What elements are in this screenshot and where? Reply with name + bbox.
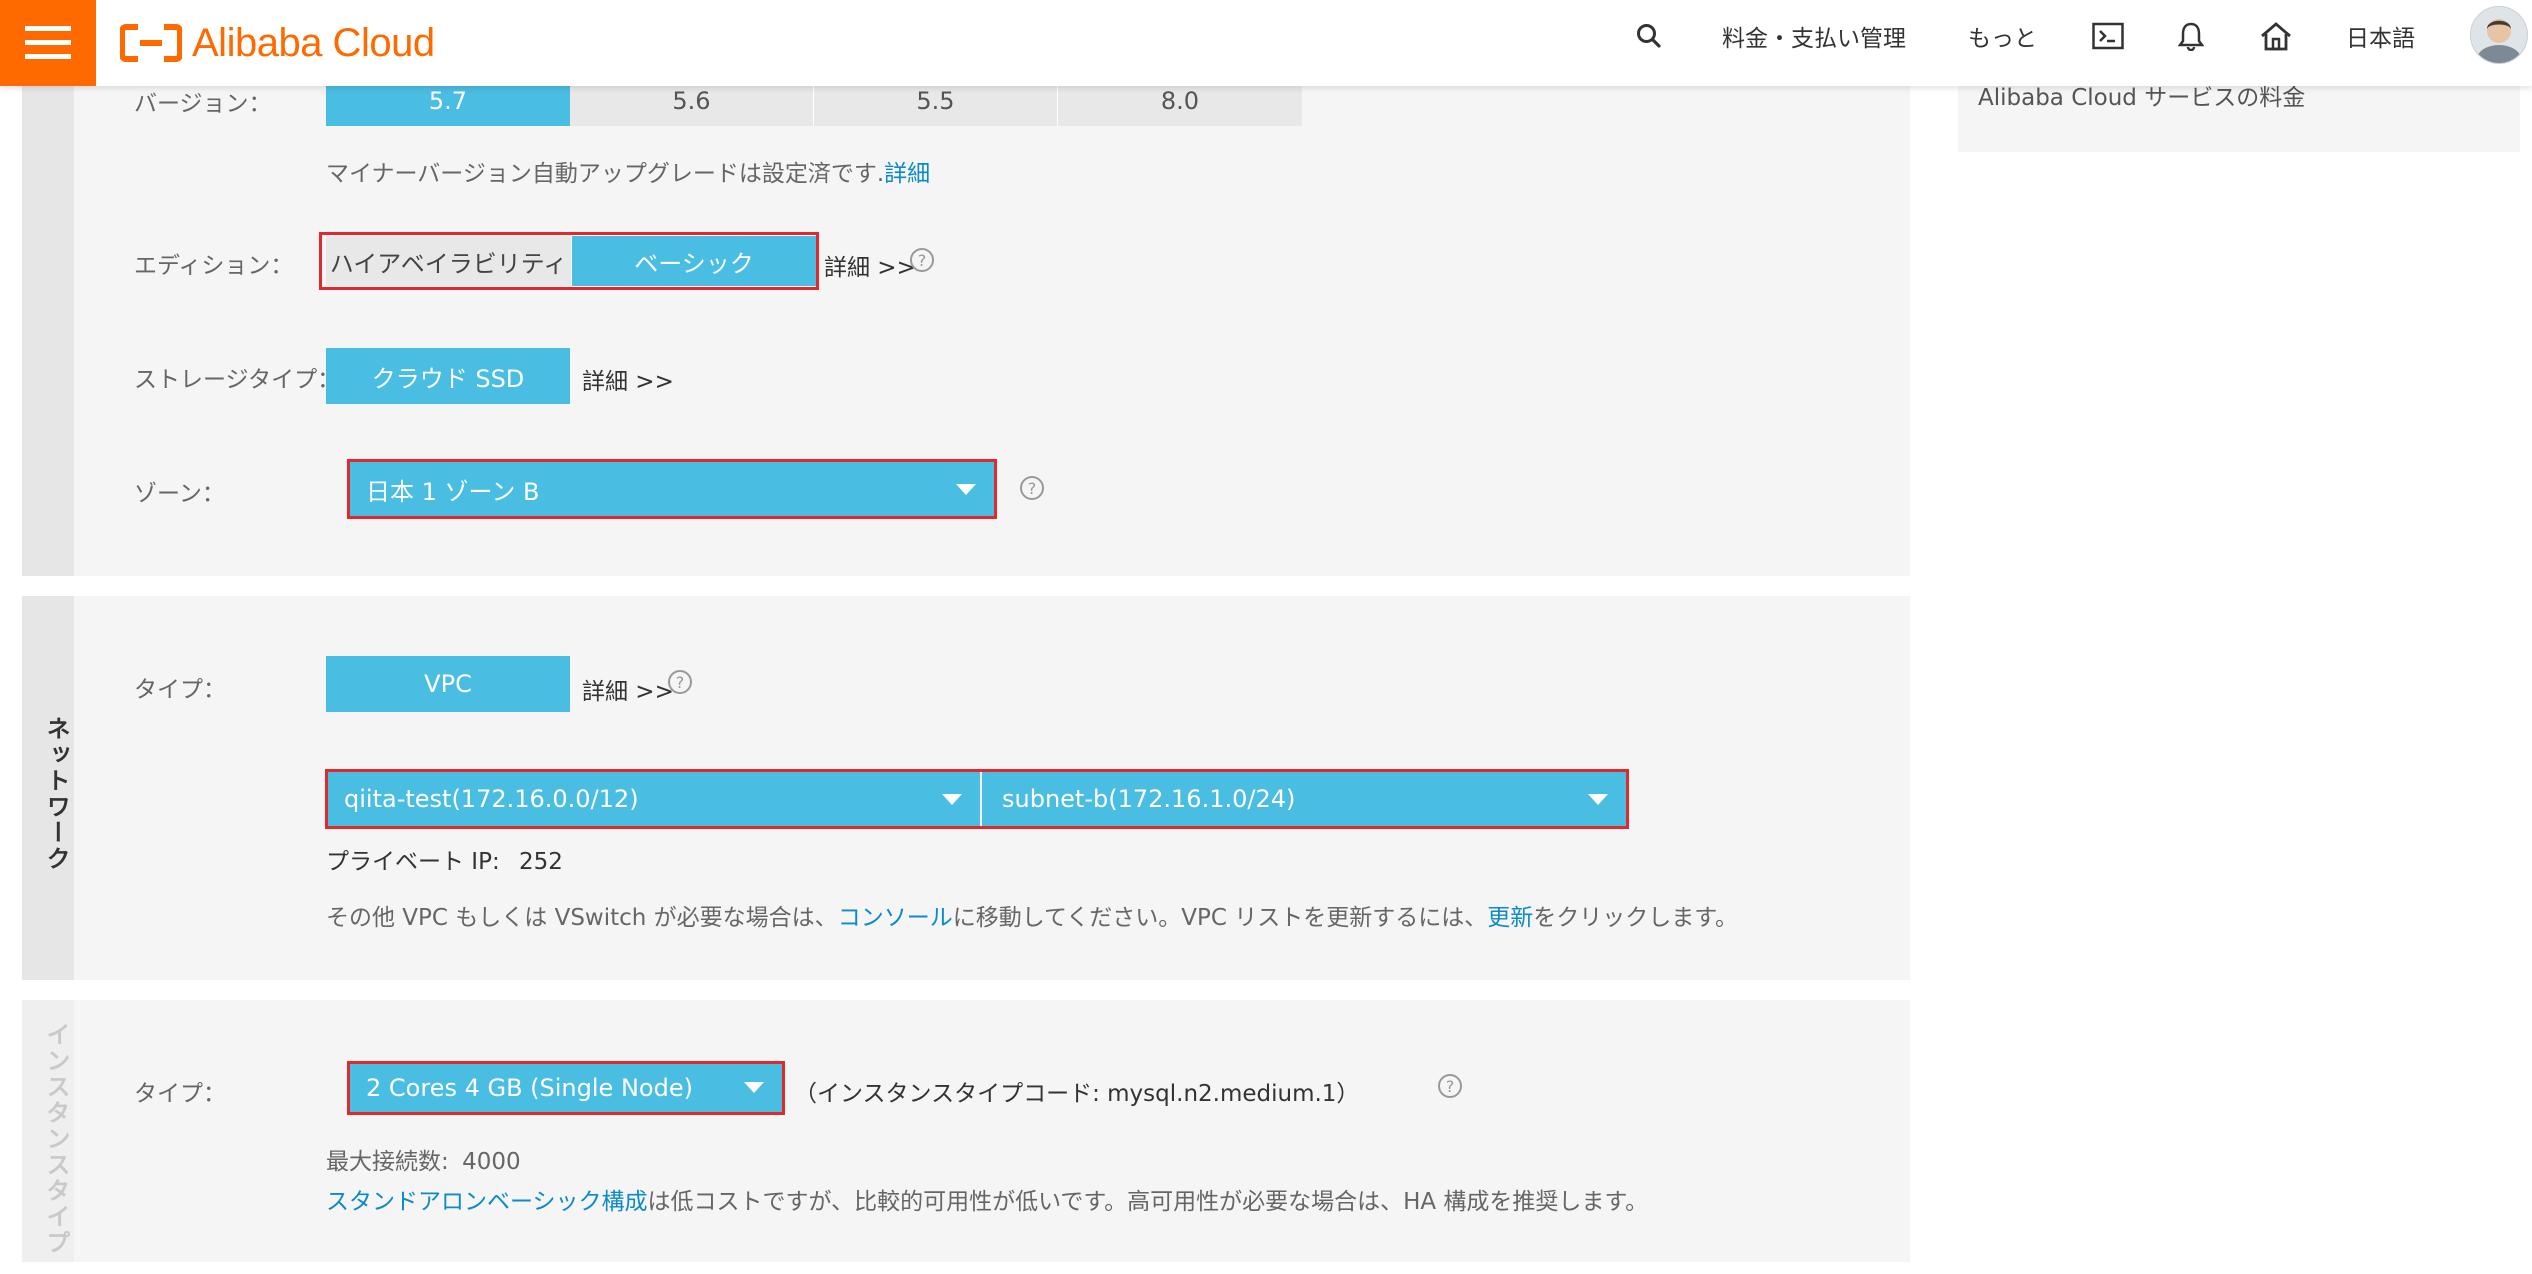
network-section: ネットワーク タイプ： VPC 詳細 >> ? qiita-test(172.1… (22, 596, 1910, 980)
logo-icon (120, 24, 182, 62)
more-menu[interactable]: もっと (1968, 0, 2037, 72)
refresh-link[interactable]: 更新 (1487, 905, 1533, 931)
private-ip-value: 252 (519, 849, 563, 875)
terminal-button[interactable] (2092, 0, 2124, 72)
edition-option-high-availability[interactable]: ハイアベイラビリティ (326, 236, 572, 286)
network-help-icon[interactable]: ? (668, 670, 692, 694)
vswitch-select[interactable]: subnet-b(172.16.1.0/24) (982, 772, 1626, 826)
zone-select-value: 日本 1 ゾーン B (366, 477, 540, 506)
user-avatar[interactable] (2470, 6, 2528, 64)
instance-type-code: （インスタンスタイプコード: mysql.n2.medium.1） (794, 1081, 1360, 1107)
edition-help-icon[interactable]: ? (910, 248, 934, 272)
basic-config-section: バージョン： 5.7 5.6 5.5 8.0 マイナーバージョン自動アップグレー… (22, 60, 1910, 576)
menu-icon (25, 26, 71, 59)
zone-help-icon[interactable]: ? (1020, 476, 1044, 500)
edition-option-basic[interactable]: ベーシック (572, 236, 816, 286)
instance-type-label: タイプ： (134, 1081, 226, 1107)
instance-type-select[interactable]: 2 Cores 4 GB (Single Node) (350, 1064, 782, 1112)
avatar-icon (2471, 7, 2527, 63)
logo-text: Alibaba Cloud (192, 20, 435, 65)
notifications-button[interactable] (2178, 0, 2204, 72)
storage-details-link[interactable]: 詳細 >> (582, 362, 674, 396)
network-type-label: タイプ： (134, 677, 226, 703)
storage-type-label: ストレージタイプ： (134, 367, 341, 393)
menu-button[interactable] (0, 0, 96, 86)
language-menu[interactable]: 日本語 (2346, 0, 2415, 72)
alibaba-cloud-logo[interactable]: Alibaba Cloud (120, 18, 435, 68)
network-tab-label: ネットワーク (42, 716, 70, 872)
zone-label: ゾーン： (134, 481, 225, 507)
chevron-down-icon (956, 484, 976, 495)
terminal-icon (2092, 22, 2124, 50)
max-connections-value: 4000 (462, 1149, 521, 1175)
console-link[interactable]: コンソール (838, 905, 953, 931)
home-icon (2261, 22, 2291, 51)
minor-upgrade-note: マイナーバージョン自動アップグレードは設定済です.詳細 (326, 154, 930, 188)
chevron-down-icon (1588, 794, 1608, 805)
zone-select[interactable]: 日本 1 ゾーン B (350, 462, 994, 516)
instance-type-help-icon[interactable]: ? (1438, 1074, 1462, 1098)
minor-upgrade-text: マイナーバージョン自動アップグレードは設定済です. (326, 161, 885, 187)
vpc-select-value: qiita-test(172.16.0.0/12) (344, 785, 639, 813)
vpc-select[interactable]: qiita-test(172.16.0.0/12) (328, 772, 980, 826)
vpc-note: その他 VPC もしくは VSwitch が必要な場合は、コンソールに移動してく… (326, 898, 1738, 932)
top-header: Alibaba Cloud 料金・支払い管理 もっと 日本語 (0, 0, 2532, 86)
network-details-link[interactable]: 詳細 >> (582, 672, 674, 706)
search-button[interactable] (1636, 0, 1662, 72)
search-icon (1637, 24, 1661, 48)
vpc-note-middle: に移動してください。VPC リストを更新するには、 (952, 905, 1488, 931)
bell-icon (2178, 22, 2204, 51)
private-ip-label: プライベート IP: (326, 849, 500, 875)
instance-type-tab-label: インスタンスタイプ (42, 1022, 70, 1256)
storage-option-cloud-ssd[interactable]: クラウド SSD (326, 348, 570, 404)
vswitch-select-value: subnet-b(172.16.1.0/24) (1002, 785, 1296, 813)
network-type-vpc[interactable]: VPC (326, 656, 570, 712)
edition-details-link[interactable]: 詳細 >> (824, 248, 916, 282)
minor-upgrade-details-link[interactable]: 詳細 (884, 161, 930, 187)
standalone-basic-link[interactable]: スタンドアロンベーシック構成 (326, 1189, 648, 1215)
standalone-note-text: は低コストですが、比較的可用性が低いです。高可用性が必要な場合は、HA 構成を推… (647, 1189, 1649, 1215)
max-connections-label: 最大接続数: (326, 1149, 449, 1175)
edition-label: エディション： (134, 253, 294, 279)
basic-config-tab (22, 60, 74, 576)
vpc-note-suffix: をクリックします。 (1533, 905, 1738, 931)
instance-type-select-value: 2 Cores 4 GB (Single Node) (366, 1074, 693, 1102)
vpc-note-prefix: その他 VPC もしくは VSwitch が必要な場合は、 (326, 905, 838, 931)
chevron-down-icon (744, 1082, 764, 1093)
instance-type-section: インスタンスタイプ タイプ： 2 Cores 4 GB (Single Node… (22, 1000, 1910, 1262)
version-label: バージョン： (134, 91, 272, 117)
standalone-note: スタンドアロンベーシック構成は低コストですが、比較的可用性が低いです。高可用性が… (326, 1182, 1648, 1216)
chevron-down-icon (942, 794, 962, 805)
home-button[interactable] (2260, 0, 2292, 72)
max-connections-info: 最大接続数: 4000 (326, 1142, 521, 1176)
billing-menu[interactable]: 料金・支払い管理 (1722, 0, 1906, 72)
private-ip-info: プライベート IP: 252 (326, 842, 563, 876)
